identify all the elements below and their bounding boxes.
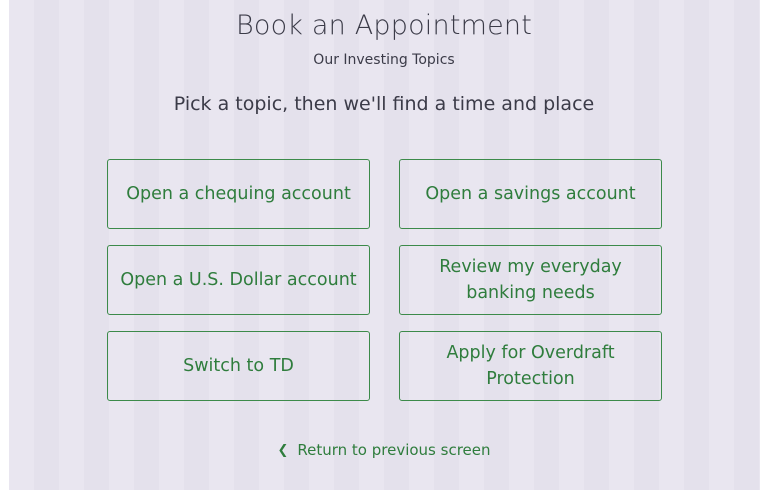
topic-label: Open a savings account [425,184,636,204]
page-title: Book an Appointment [235,10,533,41]
topic-label: Open a chequing account [126,184,351,204]
topic-label: Open a U.S. Dollar account [120,270,357,290]
topic-button-review-banking[interactable]: Review my everyday banking needs [399,245,662,315]
topic-label: Switch to TD [183,356,294,376]
return-link[interactable]: ❮ Return to previous screen [0,441,768,459]
return-link-label: Return to previous screen [297,441,491,459]
topic-button-overdraft-protection[interactable]: Apply for Overdraft Protection [399,331,662,401]
instruction-text: Pick a topic, then we'll find a time and… [173,93,595,115]
topic-button-open-chequing[interactable]: Open a chequing account [107,159,370,229]
page-subtitle: Our Investing Topics [313,52,455,68]
topic-label: Review my everyday banking needs [439,257,622,303]
topic-label: Apply for Overdraft Protection [446,343,615,389]
topic-button-switch-to-td[interactable]: Switch to TD [107,331,370,401]
topic-button-open-usd[interactable]: Open a U.S. Dollar account [107,245,370,315]
chevron-left-icon: ❮ [277,443,289,458]
topic-button-open-savings[interactable]: Open a savings account [399,159,662,229]
